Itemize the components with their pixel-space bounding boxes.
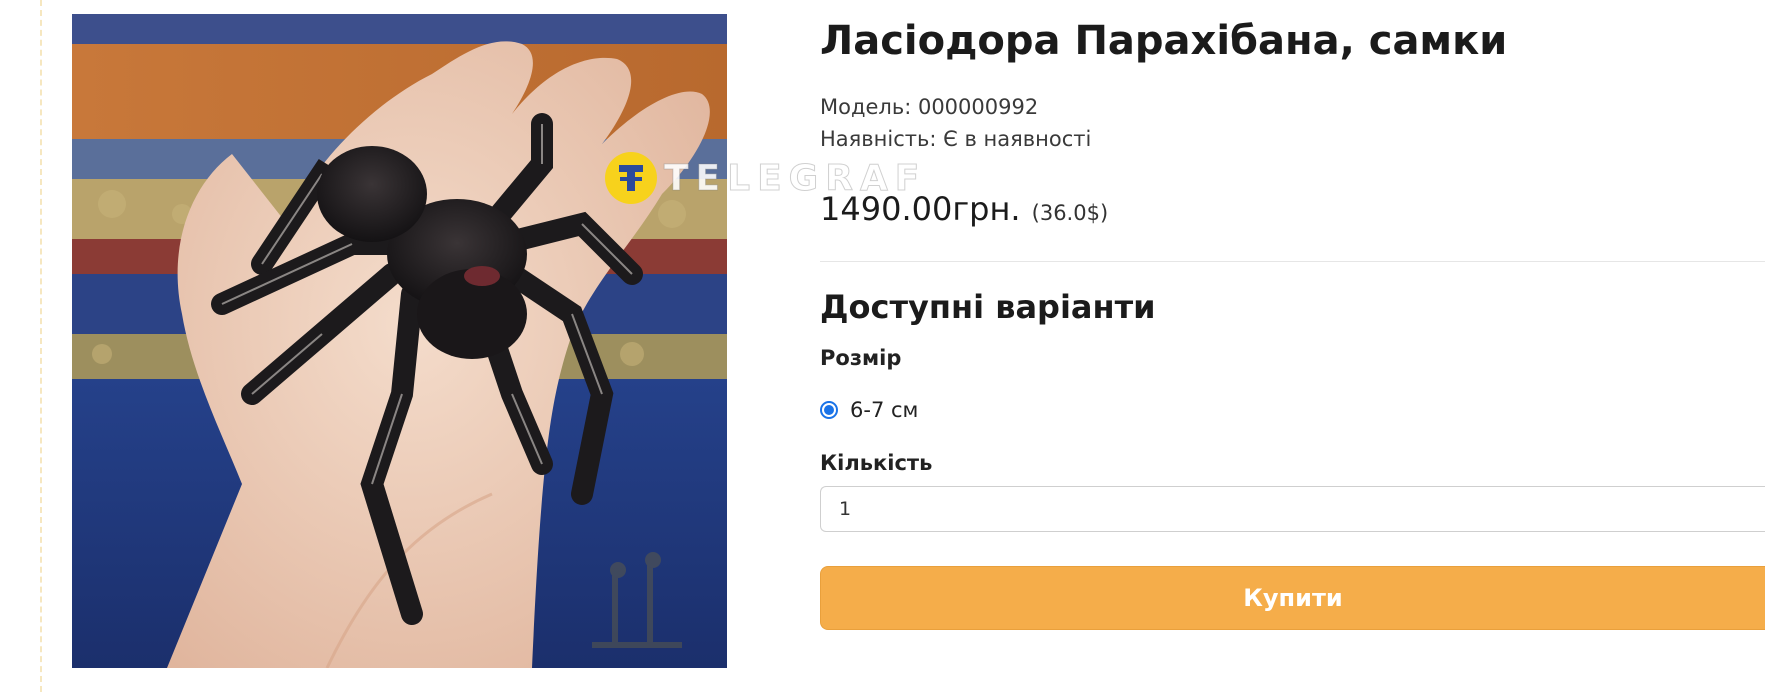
quantity-label: Кількість — [820, 451, 933, 475]
product-price-usd: (36.0$) — [1031, 201, 1109, 225]
quantity-input[interactable]: 1 — [820, 486, 1765, 532]
page-left-border — [40, 0, 42, 692]
product-title: Ласіодора Парахібана, самки — [820, 18, 1508, 64]
size-option-label[interactable]: 6-7 см — [850, 398, 918, 422]
divider — [820, 261, 1765, 262]
product-availability: Наявність: Є в наявності — [820, 127, 1092, 151]
size-label: Розмір — [820, 346, 902, 370]
product-model: Модель: 000000992 — [820, 95, 1039, 119]
telegraf-logo-icon — [605, 152, 657, 204]
variants-heading: Доступні варіанти — [820, 288, 1156, 326]
radio-selected-dot — [824, 405, 834, 415]
size-radio[interactable] — [820, 401, 838, 419]
product-price: 1490.00грн. — [820, 190, 1021, 228]
product-photo[interactable] — [72, 14, 727, 668]
size-option[interactable]: 6-7 см — [820, 398, 918, 422]
price-row: 1490.00грн. (36.0$) — [820, 190, 1108, 228]
buy-button[interactable]: Купити — [820, 566, 1765, 630]
